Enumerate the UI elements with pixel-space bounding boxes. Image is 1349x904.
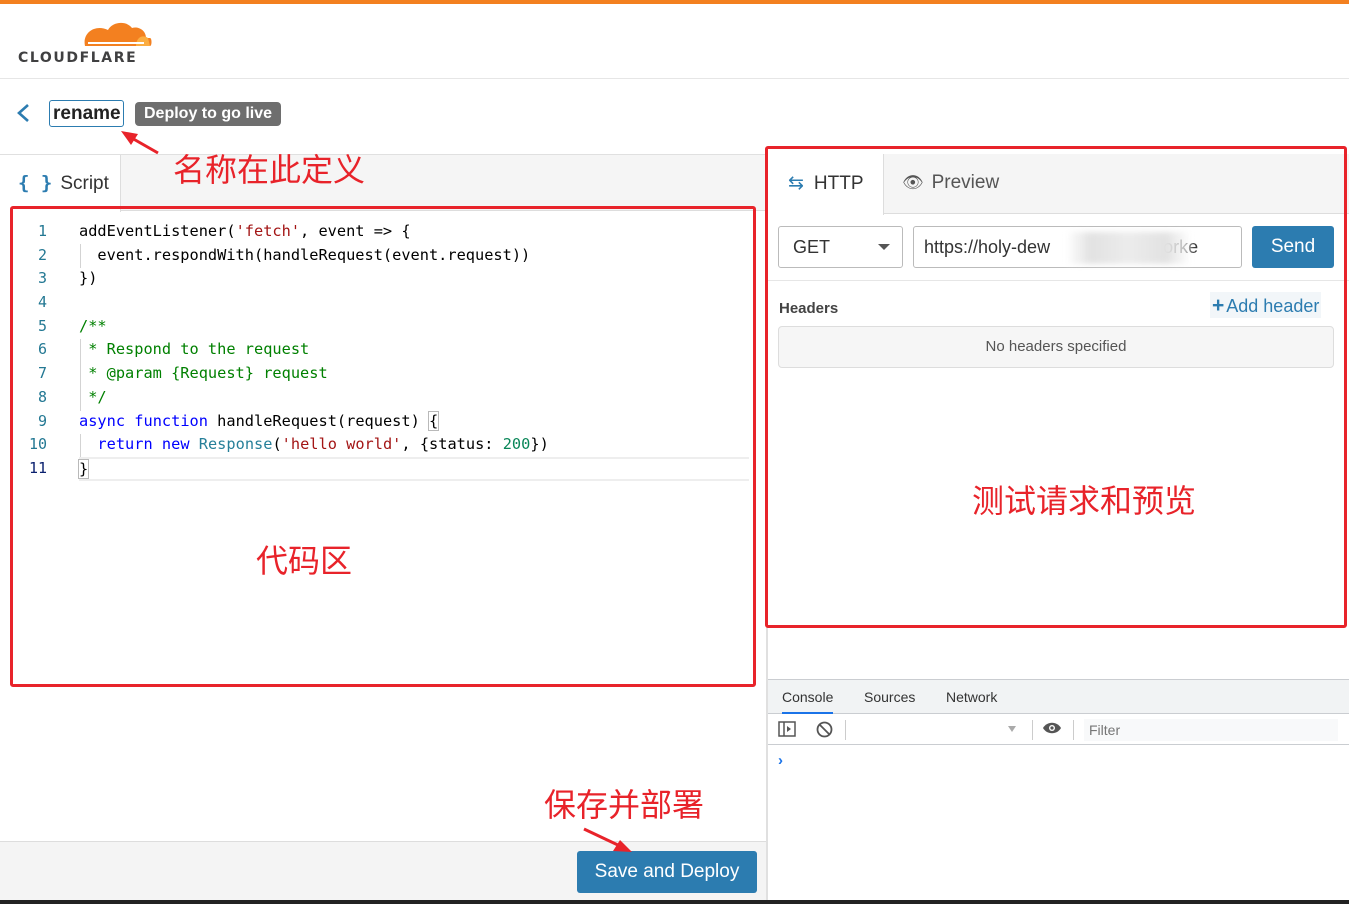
line-number: 10 — [28, 435, 47, 454]
clear-console-icon[interactable] — [816, 721, 833, 742]
line-number: 9 — [37, 411, 47, 430]
console-toolbar — [768, 715, 1349, 745]
tab-script[interactable]: { } Script — [0, 155, 121, 213]
code-line: * Respond to the request — [79, 340, 310, 359]
save-and-deploy-button[interactable]: Save and Deploy — [577, 851, 757, 893]
status-badge: Deploy to go live — [135, 102, 282, 126]
annotation-name: 名称在此定义 — [173, 151, 366, 189]
line-number: 2 — [37, 245, 47, 264]
line-number: 5 — [37, 316, 47, 335]
eye-icon: 👁 — [902, 173, 924, 193]
sidebar-toggle-icon[interactable] — [778, 721, 796, 741]
line-number: 7 — [37, 364, 47, 383]
context-select[interactable] — [852, 719, 1022, 741]
console-prompt-icon[interactable]: › — [778, 752, 783, 769]
braces-icon: { } — [18, 172, 53, 194]
worker-name-input[interactable] — [49, 100, 124, 127]
editor-tabs: { } Script — [0, 155, 768, 213]
devtools-panel: Console Sources Network › — [768, 679, 1349, 904]
line-number: 8 — [37, 387, 47, 406]
code-editor[interactable]: 1 2 3 4 5 6 7 8 9 10 11 addEventListener… — [14, 212, 758, 844]
devtools-tabs: Console Sources Network — [768, 680, 1349, 714]
cloud-icon — [84, 22, 152, 46]
tab-preview-label: Preview — [931, 172, 1000, 193]
line-number: 6 — [37, 340, 47, 359]
section-divider — [768, 280, 1349, 281]
code-line: */ — [79, 387, 107, 406]
code-line: }) — [79, 269, 98, 288]
code-line: addEventListener('fetch', event => { — [79, 222, 411, 240]
test-pane: ⇆ HTTP 👁 Preview GET Send Headers +Add hea… — [768, 154, 1349, 678]
line-number-active: 11 — [28, 458, 47, 477]
toolbar-separator — [1032, 720, 1033, 740]
tab-console[interactable]: Console — [782, 689, 834, 714]
annotation-save: 保存并部署 — [544, 786, 705, 824]
toolbar-separator — [1073, 720, 1074, 740]
code-line: return new Response('hello world', {stat… — [97, 435, 549, 454]
line-number: 1 — [37, 222, 47, 240]
app-header: CLOUDFLARE — [0, 4, 1349, 79]
tab-script-label: Script — [60, 173, 109, 194]
code-line: async function handleRequest(request) { — [79, 410, 440, 431]
add-header-label: Add header — [1226, 296, 1320, 316]
annotation-test: 测试请求和预览 — [972, 482, 1197, 520]
toolbar-separator — [845, 720, 846, 740]
code-lines[interactable]: addEventListener('fetch', event => { eve… — [77, 220, 749, 481]
tab-network[interactable]: Network — [946, 689, 997, 705]
add-header-button[interactable]: + Add header — [1210, 292, 1322, 318]
line-number: 3 — [37, 269, 47, 288]
tab-preview[interactable]: 👁 Preview — [902, 172, 999, 194]
caret-down-icon — [1008, 726, 1016, 732]
cloudflare-logo[interactable]: CLOUDFLARE — [18, 16, 158, 70]
no-headers-message: No headers specified — [778, 326, 1334, 368]
annotation-code: 代码区 — [256, 542, 353, 580]
code-line: /** — [79, 316, 107, 335]
bottom-edge — [0, 900, 1349, 904]
swap-arrows-icon: ⇆ — [788, 172, 804, 194]
tab-sources[interactable]: Sources — [864, 689, 915, 705]
code-line: event.respondWith(handleRequest(event.re… — [79, 245, 531, 264]
code-line-current: } — [77, 456, 749, 481]
http-method-select[interactable]: GET — [778, 226, 903, 268]
method-value: GET — [793, 237, 831, 257]
caret-down-icon — [878, 244, 890, 250]
line-number: 4 — [37, 293, 47, 312]
send-button[interactable]: Send — [1252, 226, 1334, 268]
logo-wordmark: CLOUDFLARE — [18, 50, 138, 66]
console-filter-input[interactable] — [1084, 719, 1338, 741]
code-line: * @param {Request} request — [79, 364, 328, 383]
worker-title-bar: Deploy to go live — [0, 80, 1349, 150]
tab-http[interactable]: ⇆ HTTP — [768, 154, 884, 215]
line-number-gutter: 1 2 3 4 5 6 7 8 9 10 11 — [14, 220, 60, 481]
url-redaction — [1066, 232, 1191, 264]
chevron-left-icon[interactable] — [14, 102, 38, 126]
eye-icon[interactable] — [1042, 721, 1062, 739]
tab-http-label: HTTP — [813, 173, 864, 194]
plus-icon: + — [1212, 294, 1225, 317]
headers-label: Headers — [779, 300, 839, 317]
test-tabs: ⇆ HTTP 👁 Preview — [768, 154, 1349, 215]
